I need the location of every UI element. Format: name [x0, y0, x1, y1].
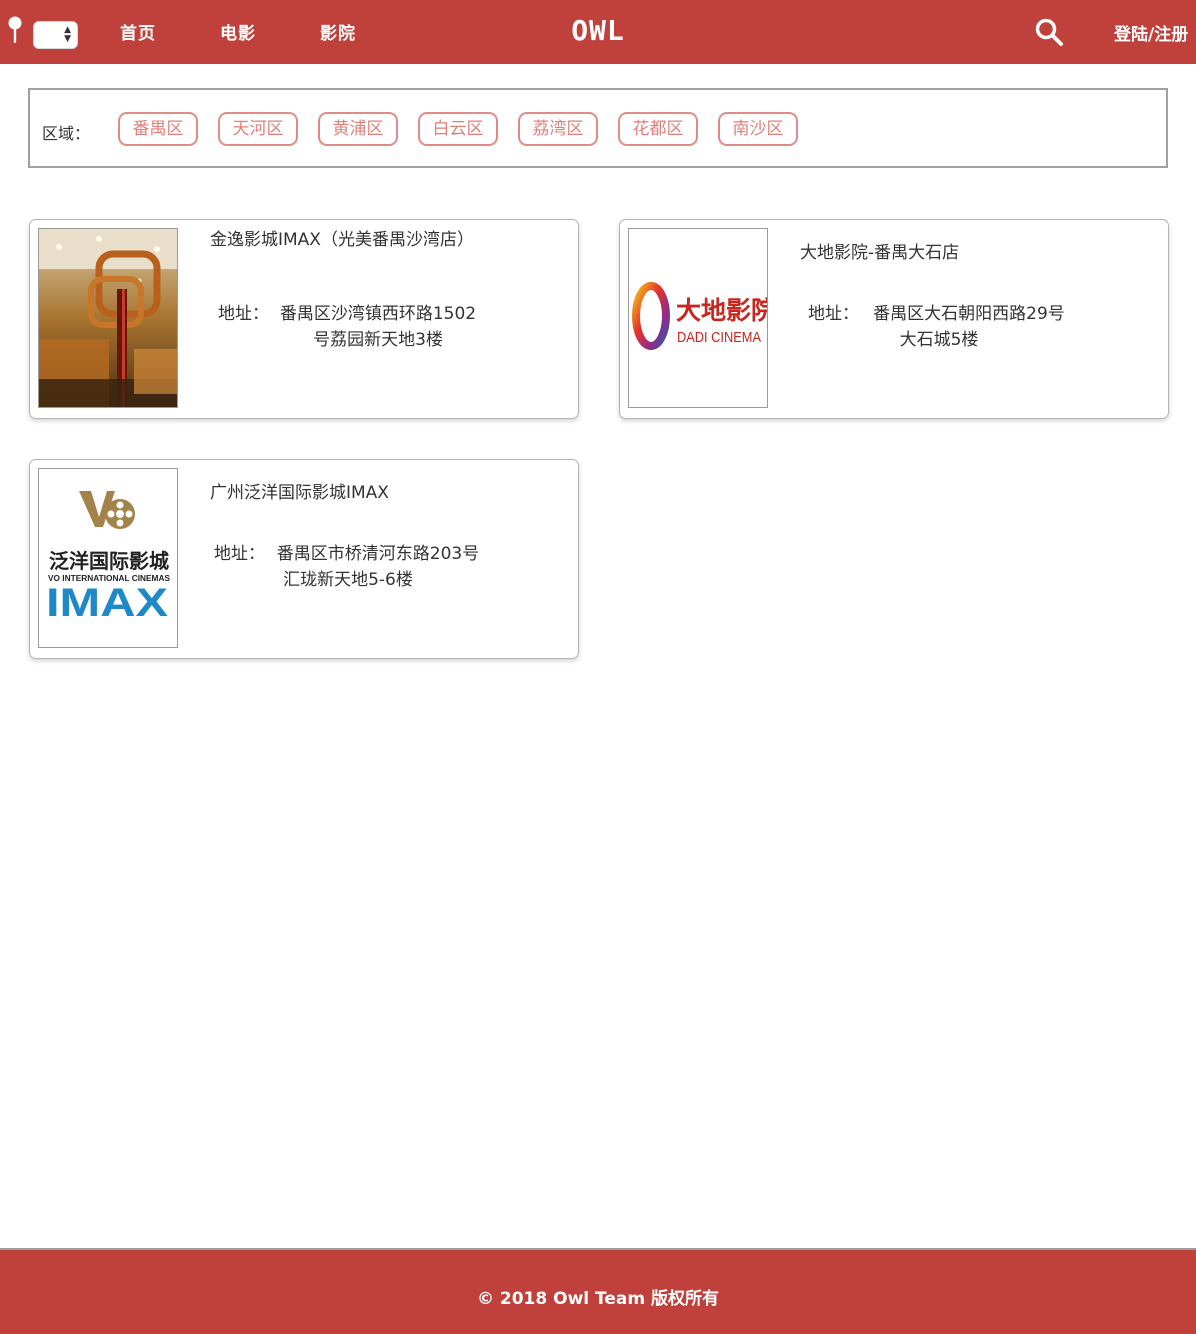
- top-navbar: ▲ ▼ 首页 电影 影院 OWL 登陆/注册: [0, 0, 1196, 64]
- cinema-name[interactable]: 大地影院-番禺大石店: [800, 240, 1070, 266]
- cinema-address-line-2: 号荔园新天地3楼: [313, 330, 443, 350]
- copyright-text: © 2018 Owl Team 版权所有: [476, 1289, 720, 1309]
- vo-logo-imax: IMAX: [46, 581, 168, 625]
- district-filter-label: 区域：: [42, 124, 91, 143]
- district-button-nansha[interactable]: 南沙区: [718, 112, 798, 146]
- address-label: 地址：: [808, 304, 859, 324]
- cinema-card[interactable]: 大地影院 DADI CINEMA 大地影院-番禺大石店 地址： 番禺区大石朝阳西…: [619, 219, 1169, 419]
- cinema-address-line-2: 汇珑新天地5-6楼: [283, 570, 413, 590]
- cinema-thumbnail[interactable]: 泛洋国际影城 VO INTERNATIONAL CINEMAS IMAX: [38, 468, 178, 648]
- cinema-name[interactable]: 金逸影城IMAX（光美番禺沙湾店）: [210, 227, 480, 253]
- cinema-address-line-2: 大石城5楼: [899, 330, 979, 350]
- cinema-thumbnail[interactable]: 大地影院 DADI CINEMA: [628, 228, 768, 408]
- address-label: 地址：: [218, 304, 269, 324]
- district-button-huadu[interactable]: 花都区: [618, 112, 698, 146]
- district-button-tianhe[interactable]: 天河区: [218, 112, 298, 146]
- dadi-logo-en: DADI CINEMA: [677, 329, 761, 346]
- search-icon[interactable]: [1034, 17, 1064, 47]
- vo-imax-logo: 泛洋国际影城 VO INTERNATIONAL CINEMAS IMAX: [46, 491, 171, 625]
- cinema-name[interactable]: 广州泛洋国际影城IMAX: [210, 480, 480, 506]
- district-button-huangpu[interactable]: 黄浦区: [318, 112, 398, 146]
- district-button-baiyun[interactable]: 白云区: [418, 112, 498, 146]
- dadi-logo-cn: 大地影院: [676, 296, 768, 325]
- site-logo[interactable]: OWL: [0, 14, 1196, 47]
- district-filter: 区域： 番禺区 天河区 黄浦区 白云区 荔湾区 花都区 南沙区: [28, 88, 1168, 168]
- district-button-panyu[interactable]: 番禺区: [118, 112, 198, 146]
- footer: © 2018 Owl Team 版权所有: [0, 1248, 1196, 1334]
- vo-logo-cn: 泛洋国际影城: [49, 549, 169, 573]
- district-button-liwan[interactable]: 荔湾区: [518, 112, 598, 146]
- cinema-address-line-1: 番禺区市桥清河东路203号: [276, 544, 480, 564]
- cinema-address-line-1: 番禺区沙湾镇西环路1502: [279, 304, 477, 324]
- login-register-link[interactable]: 登陆/注册: [1114, 20, 1188, 45]
- address-label: 地址：: [214, 544, 265, 564]
- cinema-card[interactable]: 金逸影城IMAX（光美番禺沙湾店） 地址： 番禺区沙湾镇西环路1502 号荔园新…: [29, 219, 579, 419]
- cinema-lobby-photo: [39, 229, 177, 407]
- cinema-thumbnail[interactable]: [38, 228, 178, 408]
- cinema-card[interactable]: 泛洋国际影城 VO INTERNATIONAL CINEMAS IMAX 广州泛…: [29, 459, 579, 659]
- cinema-address-line-1: 番禺区大石朝阳西路29号: [873, 304, 1065, 324]
- dadi-cinema-logo: 大地影院 DADI CINEMA: [632, 282, 768, 350]
